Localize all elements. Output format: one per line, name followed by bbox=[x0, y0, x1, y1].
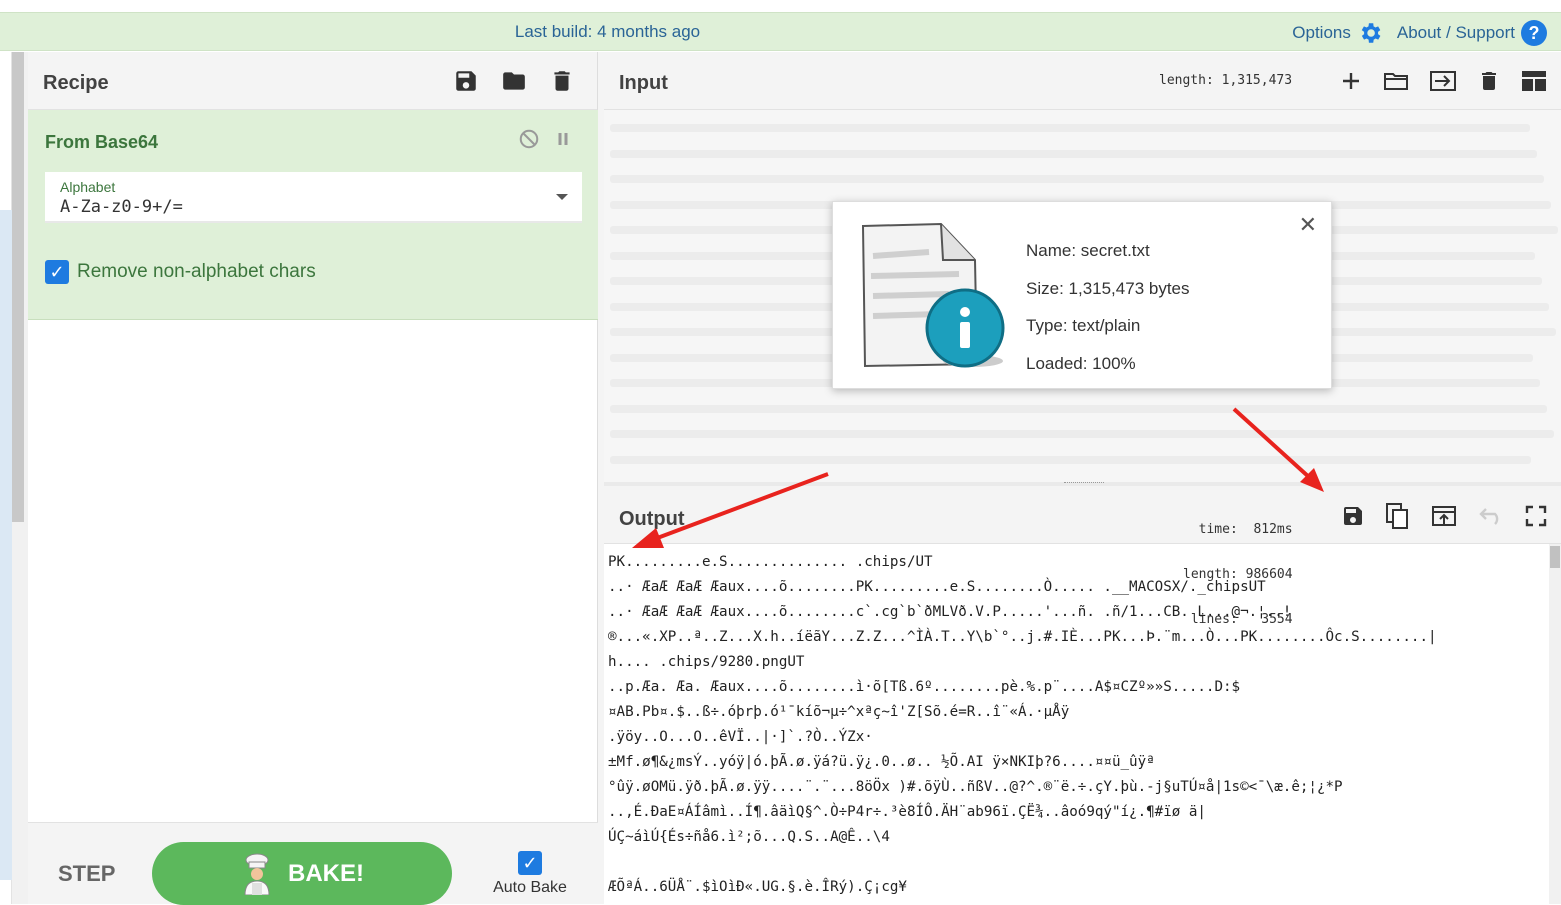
output-line: ®...«.XP..ª..Z...X.h..íëãY...Z.Z...^ÌÀ.T… bbox=[608, 629, 1437, 645]
file-info: Name: secret.txt Size: 1,315,473 bytes T… bbox=[1026, 232, 1190, 382]
help-icon: ? bbox=[1521, 20, 1547, 46]
auto-bake-checkbox[interactable]: ✓ bbox=[518, 851, 542, 875]
plus-icon[interactable] bbox=[1339, 69, 1363, 93]
input-length: length: 1,315,473 bbox=[1159, 73, 1293, 88]
input-line-blurred bbox=[610, 124, 1530, 132]
about-label: About / Support bbox=[1396, 23, 1515, 42]
save-icon[interactable] bbox=[1341, 504, 1365, 528]
folder-icon[interactable] bbox=[501, 68, 527, 94]
file-type: Type: text/plain bbox=[1026, 316, 1141, 335]
options-label: Options bbox=[1292, 23, 1351, 42]
recipe-title: Recipe bbox=[43, 72, 109, 94]
file-info-icon bbox=[861, 222, 1005, 368]
output-line: .ÿöy..O...O..êVÏ..|·]`.?Ò..ÝZx· bbox=[608, 729, 873, 745]
file-details-popup: Name: secret.txt Size: 1,315,473 bytes T… bbox=[832, 201, 1332, 389]
bake-bar: STEP BAKE! ✓ Auto Bake bbox=[28, 822, 598, 905]
disable-icon[interactable] bbox=[518, 128, 540, 150]
output-line: PK.........e.S.............. .chips/UT bbox=[608, 554, 933, 570]
operation-from-base64[interactable]: From Base64 Alphabet A-Za-z0-9+/= ✓ Remo… bbox=[28, 110, 598, 320]
remove-non-alphabet-checkbox[interactable]: ✓ bbox=[45, 260, 69, 284]
output-line: ¤AB.Pb¤.$..ß÷.óþrþ.ó¹¯kíõ¬µ÷^xªç~î'Z[Sõ.… bbox=[608, 704, 1070, 720]
alphabet-label: Alphabet bbox=[60, 179, 116, 195]
undo-icon[interactable] bbox=[1477, 506, 1505, 526]
close-icon[interactable]: ✕ bbox=[1299, 212, 1317, 238]
auto-bake-option[interactable]: ✓ Auto Bake bbox=[490, 851, 570, 897]
output-line: °ûÿ.øOMü.ÿð.þÃ.ø.ÿÿ....¨.¨...8öÖx )#.õÿÙ… bbox=[608, 779, 1343, 795]
layout-icon[interactable] bbox=[1521, 70, 1547, 92]
recipe-header: Recipe bbox=[28, 52, 597, 110]
replace-input-icon[interactable] bbox=[1431, 504, 1457, 528]
step-button[interactable]: STEP bbox=[58, 861, 115, 887]
top-strip bbox=[0, 0, 1561, 12]
operation-name: From Base64 bbox=[45, 132, 159, 152]
output-line: ±Mf.ø¶&¿msÝ..yóÿ|ó.þÃ.ø.ÿá?ü.ÿ¿.0..ø.. ½… bbox=[608, 754, 1155, 770]
alphabet-value: A-Za-z0-9+/= bbox=[60, 197, 183, 217]
notice-banner: Last build: 4 months ago Options About /… bbox=[0, 12, 1561, 51]
output-line: ..,É.ÐaE¤ÁÍâmì..Í¶.âäìQ§^.Ò÷P4r÷.³è8ÍÔ.Ä… bbox=[608, 804, 1206, 820]
trash-icon[interactable] bbox=[1477, 68, 1501, 94]
input-title: Input bbox=[619, 72, 668, 94]
trash-icon[interactable] bbox=[549, 68, 575, 94]
save-icon[interactable] bbox=[453, 68, 479, 94]
remove-non-alphabet-label: Remove non-alphabet chars bbox=[77, 261, 316, 282]
last-build-text: Last build: 4 months ago bbox=[514, 22, 701, 41]
output-scrollbar[interactable] bbox=[1549, 544, 1561, 904]
output-line: ÚÇ~áìÚ{És÷ñå6.ì²;õ...Q.S..A@Ê..\4 bbox=[608, 829, 890, 845]
banner-links: Options About / Support ? bbox=[1292, 20, 1547, 46]
input-line-blurred bbox=[610, 149, 1537, 158]
options-link[interactable]: Options bbox=[1292, 20, 1383, 46]
alphabet-select[interactable]: Alphabet A-Za-z0-9+/= bbox=[45, 172, 582, 223]
output-text[interactable]: PK.........e.S.............. .chips/UT..… bbox=[604, 544, 1549, 904]
auto-bake-label: Auto Bake bbox=[493, 879, 567, 896]
chef-icon bbox=[244, 853, 270, 895]
recipe-panel: Recipe From Base64 Alphabet A-Za-z0-9+/=… bbox=[28, 52, 598, 905]
output-time: time: 812ms bbox=[1183, 522, 1293, 537]
remove-non-alphabet-option[interactable]: ✓ Remove non-alphabet chars bbox=[45, 260, 316, 284]
output-line: ..· ÆaÆ ÆaÆ Æaux....õ........c`.cg`b`ðML… bbox=[608, 604, 1292, 620]
pause-icon[interactable] bbox=[554, 130, 572, 148]
gear-icon bbox=[1361, 23, 1381, 43]
input-line-blurred bbox=[610, 455, 1531, 464]
file-name: Name: secret.txt bbox=[1026, 241, 1150, 260]
import-icon[interactable] bbox=[1429, 69, 1457, 93]
about-support-link[interactable]: About / Support ? bbox=[1397, 20, 1547, 46]
fullscreen-icon[interactable] bbox=[1525, 505, 1547, 527]
output-title: Output bbox=[619, 508, 685, 530]
folder-icon[interactable] bbox=[1383, 69, 1409, 93]
file-size: Size: 1,315,473 bytes bbox=[1026, 278, 1190, 298]
copy-icon[interactable] bbox=[1385, 502, 1411, 530]
output-line: ÆÕªÁ..6ÜÅ¨.$ìOìÐ«.UG.§.è.ÎRý).Ç¡cg¥ bbox=[608, 879, 907, 895]
chevron-down-icon[interactable] bbox=[556, 194, 568, 200]
output-line: h.... .chips/9280.pngUT bbox=[608, 654, 805, 670]
input-line-blurred bbox=[610, 430, 1554, 438]
input-header: Input length: 1,315,473 bbox=[604, 52, 1561, 110]
bake-button[interactable]: BAKE! bbox=[152, 842, 452, 905]
bake-label: BAKE! bbox=[288, 859, 364, 887]
operations-panel-edge bbox=[0, 52, 12, 904]
input-line-blurred bbox=[610, 175, 1544, 183]
input-line-blurred bbox=[610, 404, 1547, 413]
operations-scrollbar-thumb[interactable] bbox=[12, 52, 24, 522]
file-loaded: Loaded: 100% bbox=[1026, 353, 1136, 373]
output-panel: Output time: 812ms length: 986604 lines:… bbox=[604, 486, 1561, 904]
output-line: ..· ÆaÆ ÆaÆ Æaux....õ........PK.........… bbox=[608, 579, 1266, 595]
output-line: ..p.Æa. Æa. Æaux....õ........ì·õ[Tß.6º..… bbox=[608, 679, 1241, 695]
output-header: Output time: 812ms length: 986604 lines:… bbox=[604, 486, 1561, 627]
